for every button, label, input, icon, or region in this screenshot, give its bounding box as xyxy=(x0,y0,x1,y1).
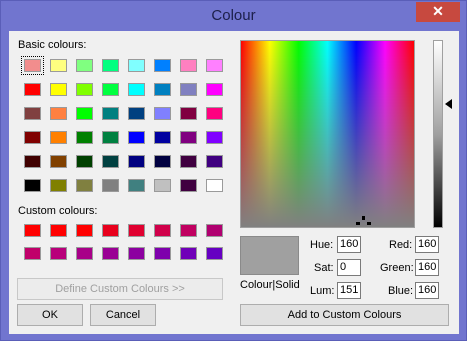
custom-colour-swatch[interactable] xyxy=(24,224,41,237)
crosshair-icon[interactable] xyxy=(356,216,371,228)
basic-colour-swatch[interactable] xyxy=(24,107,41,120)
basic-colour-swatch[interactable] xyxy=(154,83,171,96)
basic-colour-swatch[interactable] xyxy=(128,131,145,144)
basic-colour-swatch[interactable] xyxy=(102,83,119,96)
basic-colour-swatch[interactable] xyxy=(50,83,67,96)
basic-colour-swatch[interactable] xyxy=(102,155,119,168)
luminance-arrow-icon[interactable] xyxy=(445,99,452,109)
custom-colour-swatch[interactable] xyxy=(50,247,67,260)
basic-colour-swatch[interactable] xyxy=(102,107,119,120)
custom-colour-swatch[interactable] xyxy=(180,247,197,260)
basic-colour-swatch[interactable] xyxy=(102,179,119,192)
basic-colour-swatch[interactable] xyxy=(180,179,197,192)
sat-field[interactable]: 0 xyxy=(337,259,361,276)
basic-colour-swatch[interactable] xyxy=(180,107,197,120)
basic-colour-swatch[interactable] xyxy=(50,155,67,168)
colour-solid-preview xyxy=(240,236,299,275)
basic-colour-swatch[interactable] xyxy=(128,83,145,96)
basic-colour-swatch[interactable] xyxy=(50,131,67,144)
basic-colour-swatch[interactable] xyxy=(128,179,145,192)
colour-solid-label: Colour|Solid xyxy=(240,279,300,291)
basic-colour-swatch[interactable] xyxy=(154,131,171,144)
basic-colour-swatch[interactable] xyxy=(24,131,41,144)
basic-colour-swatch[interactable] xyxy=(206,155,223,168)
red-field[interactable]: 160 xyxy=(415,236,439,253)
custom-colour-swatch[interactable] xyxy=(128,247,145,260)
red-label: Red: xyxy=(389,239,413,251)
custom-colour-swatch[interactable] xyxy=(206,247,223,260)
basic-colour-swatch[interactable] xyxy=(154,179,171,192)
custom-colour-swatch[interactable] xyxy=(24,247,41,260)
lum-field[interactable]: 151 xyxy=(337,282,361,299)
custom-colour-swatch[interactable] xyxy=(76,247,93,260)
basic-colour-swatch[interactable] xyxy=(154,107,171,120)
basic-colour-swatch[interactable] xyxy=(206,131,223,144)
basic-colour-swatch[interactable] xyxy=(128,155,145,168)
basic-colour-swatch[interactable] xyxy=(206,59,223,72)
basic-colour-swatch[interactable] xyxy=(180,83,197,96)
basic-colour-swatch[interactable] xyxy=(24,179,41,192)
basic-colour-swatch[interactable] xyxy=(180,131,197,144)
luminance-bar[interactable] xyxy=(433,40,443,228)
basic-colour-swatch[interactable] xyxy=(76,107,93,120)
spectrum-saturation-layer xyxy=(241,41,414,227)
custom-colour-swatch[interactable] xyxy=(180,224,197,237)
define-custom-colours-button[interactable]: Define Custom Colours >> xyxy=(17,278,223,300)
basic-colour-swatch[interactable] xyxy=(102,59,119,72)
add-to-custom-colours-button[interactable]: Add to Custom Colours xyxy=(240,304,449,326)
custom-colour-swatch[interactable] xyxy=(76,224,93,237)
custom-colour-swatch[interactable] xyxy=(50,224,67,237)
colour-spectrum[interactable] xyxy=(240,40,415,228)
custom-colour-swatch[interactable] xyxy=(102,224,119,237)
basic-colour-swatch[interactable] xyxy=(24,155,41,168)
basic-colour-swatch[interactable] xyxy=(76,131,93,144)
blue-label: Blue: xyxy=(388,285,414,297)
basic-colour-swatch[interactable] xyxy=(128,59,145,72)
basic-colour-swatch[interactable] xyxy=(180,59,197,72)
basic-colour-swatch[interactable] xyxy=(154,59,171,72)
ok-button[interactable]: OK xyxy=(17,304,83,326)
basic-colour-swatch[interactable] xyxy=(76,179,93,192)
hue-label: Hue: xyxy=(310,239,334,251)
window-title: Colour xyxy=(211,7,256,24)
sat-label: Sat: xyxy=(314,262,334,274)
basic-colours-label: Basic colours: xyxy=(18,39,87,51)
blue-field[interactable]: 160 xyxy=(415,282,439,299)
lum-label: Lum: xyxy=(310,285,335,297)
basic-colour-swatch[interactable] xyxy=(50,179,67,192)
basic-colour-swatch[interactable] xyxy=(21,56,44,75)
basic-colour-swatch[interactable] xyxy=(76,83,93,96)
dialog-client: Basic colours: Custom colours: Define Cu… xyxy=(9,31,459,334)
close-button[interactable]: ✕ xyxy=(416,2,460,22)
basic-colour-swatch[interactable] xyxy=(50,59,67,72)
custom-colour-swatch[interactable] xyxy=(102,247,119,260)
basic-colour-swatch[interactable] xyxy=(50,107,67,120)
colour-dialog: Colour ✕ Basic colours: Custom colours: … xyxy=(0,0,467,341)
custom-colour-swatch[interactable] xyxy=(154,224,171,237)
cancel-button[interactable]: Cancel xyxy=(90,304,156,326)
basic-colour-swatch[interactable] xyxy=(76,155,93,168)
custom-colours-label: Custom colours: xyxy=(18,205,98,217)
basic-colour-swatch[interactable] xyxy=(154,155,171,168)
basic-colour-swatch[interactable] xyxy=(206,107,223,120)
basic-colour-swatch[interactable] xyxy=(180,155,197,168)
close-icon: ✕ xyxy=(432,3,444,19)
basic-colour-swatch[interactable] xyxy=(24,83,41,96)
custom-colour-swatch[interactable] xyxy=(154,247,171,260)
basic-colour-swatch[interactable] xyxy=(128,107,145,120)
basic-colour-swatch[interactable] xyxy=(102,131,119,144)
custom-colour-swatch[interactable] xyxy=(206,224,223,237)
basic-colour-swatch[interactable] xyxy=(76,59,93,72)
title-bar[interactable]: Colour ✕ xyxy=(1,1,466,31)
hue-field[interactable]: 160 xyxy=(337,236,361,253)
green-label: Green: xyxy=(380,262,414,274)
custom-colour-swatch[interactable] xyxy=(128,224,145,237)
basic-colour-swatch[interactable] xyxy=(206,179,223,192)
basic-colour-swatch[interactable] xyxy=(206,83,223,96)
green-field[interactable]: 160 xyxy=(415,259,439,276)
